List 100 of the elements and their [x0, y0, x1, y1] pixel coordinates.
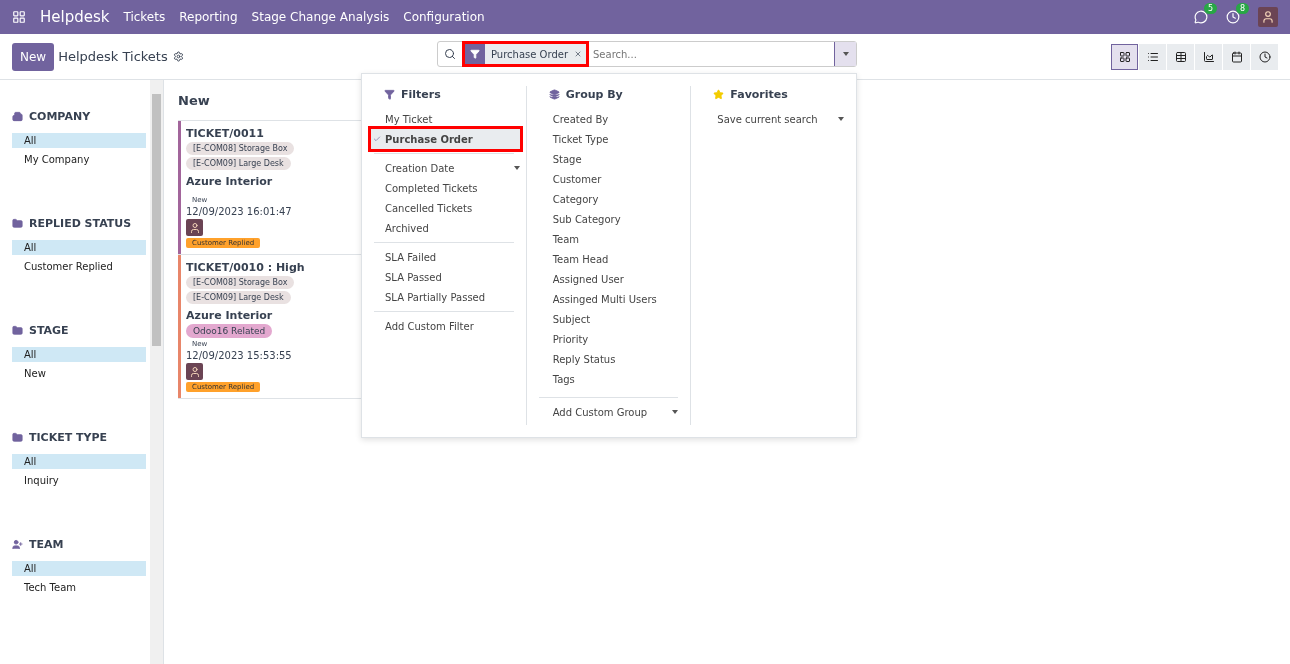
graph-icon: [1202, 50, 1215, 63]
column-title: New: [178, 93, 210, 108]
filter-option[interactable]: SLA Failed: [371, 247, 520, 267]
group-by-option[interactable]: Team Head: [538, 249, 679, 269]
section-title: Group By: [565, 88, 623, 101]
product-tag: [E-COM08] Storage Box: [186, 142, 295, 155]
sidebar-item[interactable]: New: [12, 366, 146, 381]
group-by-option[interactable]: Priority: [538, 329, 679, 349]
section-title: TEAM: [29, 538, 64, 551]
filter-icon: [470, 49, 480, 59]
apps-menu-icon[interactable]: [12, 10, 26, 24]
category-tag: Odoo16 Related: [186, 324, 273, 338]
group-by-option[interactable]: Assinged Multi Users: [538, 289, 679, 309]
add-custom-group[interactable]: Add Custom Group: [538, 402, 679, 422]
pivot-view-button[interactable]: [1167, 43, 1194, 70]
sidebar-item[interactable]: All: [12, 347, 146, 362]
calendar-view-button[interactable]: [1223, 43, 1250, 70]
group-by-option[interactable]: Sub Category: [538, 209, 679, 229]
section-title: STAGE: [29, 324, 69, 337]
sidebar-item[interactable]: Inquiry: [12, 473, 146, 488]
filter-facet[interactable]: Purchase Order: [465, 44, 586, 64]
section-title: Favorites: [730, 88, 788, 101]
caret-icon[interactable]: [513, 166, 520, 170]
folder-icon: [12, 218, 23, 229]
count-badge: 5: [1203, 3, 1217, 14]
customer-name: Azure Interior: [186, 309, 273, 322]
sidebar-item[interactable]: Customer Replied: [12, 259, 146, 274]
group-by-option[interactable]: Customer: [538, 169, 679, 189]
page-title: Helpdesk Tickets: [58, 49, 168, 64]
filter-option[interactable]: My Ticket: [371, 109, 520, 129]
list-icon: [1146, 50, 1159, 63]
kanban-icon: [1118, 50, 1131, 63]
list-view-button[interactable]: [1139, 43, 1166, 70]
pivot-icon: [1174, 50, 1187, 63]
save-search-option[interactable]: Save current search: [703, 109, 844, 129]
menu-item[interactable]: Configuration: [403, 10, 485, 24]
filter-option[interactable]: Completed Tickets: [371, 178, 520, 198]
ticket-title: TICKET/0011: [186, 127, 264, 140]
ticket-date: 12/09/2023 16:01:47: [186, 206, 292, 217]
section-title: COMPANY: [29, 110, 91, 123]
filter-icon: [384, 89, 395, 100]
scrollbar[interactable]: [150, 80, 163, 664]
graph-view-button[interactable]: [1195, 43, 1222, 70]
activity-icon[interactable]: [1226, 10, 1240, 24]
new-button[interactable]: New: [12, 42, 55, 71]
layers-icon: [548, 89, 560, 100]
user-avatar: [186, 219, 203, 236]
group-by-option[interactable]: Reply Status: [538, 349, 679, 369]
group-by-option[interactable]: Created By: [538, 109, 679, 129]
ticket-title: TICKET/0010 : High: [186, 261, 305, 274]
sidebar-item[interactable]: All: [12, 133, 146, 148]
menu-item[interactable]: Tickets: [123, 10, 166, 24]
calendar-icon: [1230, 50, 1243, 63]
ticket-date: 12/09/2023 15:53:55: [186, 350, 292, 361]
activity-icon: [1258, 50, 1271, 63]
section-title: REPLIED STATUS: [29, 217, 132, 230]
filter-option[interactable]: Creation Date: [371, 158, 520, 178]
count-badge: 8: [1235, 3, 1249, 14]
kanban-view-button[interactable]: [1111, 43, 1138, 70]
team-icon: [12, 539, 23, 550]
search-icon: [444, 48, 456, 60]
product-tag: [E-COM09] Large Desk: [186, 157, 291, 170]
product-tag: [E-COM09] Large Desk: [186, 291, 291, 304]
filter-option[interactable]: Add Custom Filter: [371, 316, 520, 336]
chat-icon[interactable]: [1194, 10, 1208, 24]
group-by-option[interactable]: Stage: [538, 149, 679, 169]
user-avatar[interactable]: [1258, 7, 1278, 27]
sidebar-item[interactable]: All: [12, 240, 146, 255]
sidebar-item[interactable]: All: [12, 454, 146, 469]
filter-option[interactable]: Archived: [371, 218, 520, 238]
filter-option[interactable]: SLA Partially Passed: [371, 287, 520, 307]
menu-item[interactable]: Reporting: [179, 10, 238, 24]
product-tag: [E-COM08] Storage Box: [186, 276, 295, 289]
group-by-option[interactable]: Subject: [538, 309, 679, 329]
sidebar-item[interactable]: All: [12, 561, 146, 576]
dropdown-toggle[interactable]: [834, 42, 856, 66]
settings-icon[interactable]: [172, 51, 184, 62]
check-icon: [373, 135, 381, 143]
user-avatar: [186, 363, 203, 380]
star-icon: [713, 89, 725, 100]
section-title: TICKET TYPE: [29, 431, 108, 444]
folder-icon: [12, 325, 23, 336]
group-by-option[interactable]: Team: [538, 229, 679, 249]
filter-option[interactable]: Purchase Order: [371, 129, 520, 149]
menu-item[interactable]: Stage Change Analysis: [251, 10, 390, 24]
customer-name: Azure Interior: [186, 175, 273, 188]
search-field[interactable]: Purchase Order Search...: [437, 41, 857, 67]
group-by-option[interactable]: Tags: [538, 369, 679, 389]
group-by-option[interactable]: Ticket Type: [538, 129, 679, 149]
sidebar-item[interactable]: My Company: [12, 152, 146, 167]
group-by-option[interactable]: Category: [538, 189, 679, 209]
activity-view-button[interactable]: [1251, 43, 1278, 70]
sidebar-item[interactable]: Tech Team: [12, 580, 146, 595]
group-by-option[interactable]: Assigned User: [538, 269, 679, 289]
folder-icon: [12, 432, 23, 443]
filter-option[interactable]: Cancelled Tickets: [371, 198, 520, 218]
close-icon[interactable]: [574, 50, 582, 58]
section-title: Filters: [401, 88, 441, 101]
app-name[interactable]: Helpdesk: [40, 8, 110, 26]
filter-option[interactable]: SLA Passed: [371, 267, 520, 287]
